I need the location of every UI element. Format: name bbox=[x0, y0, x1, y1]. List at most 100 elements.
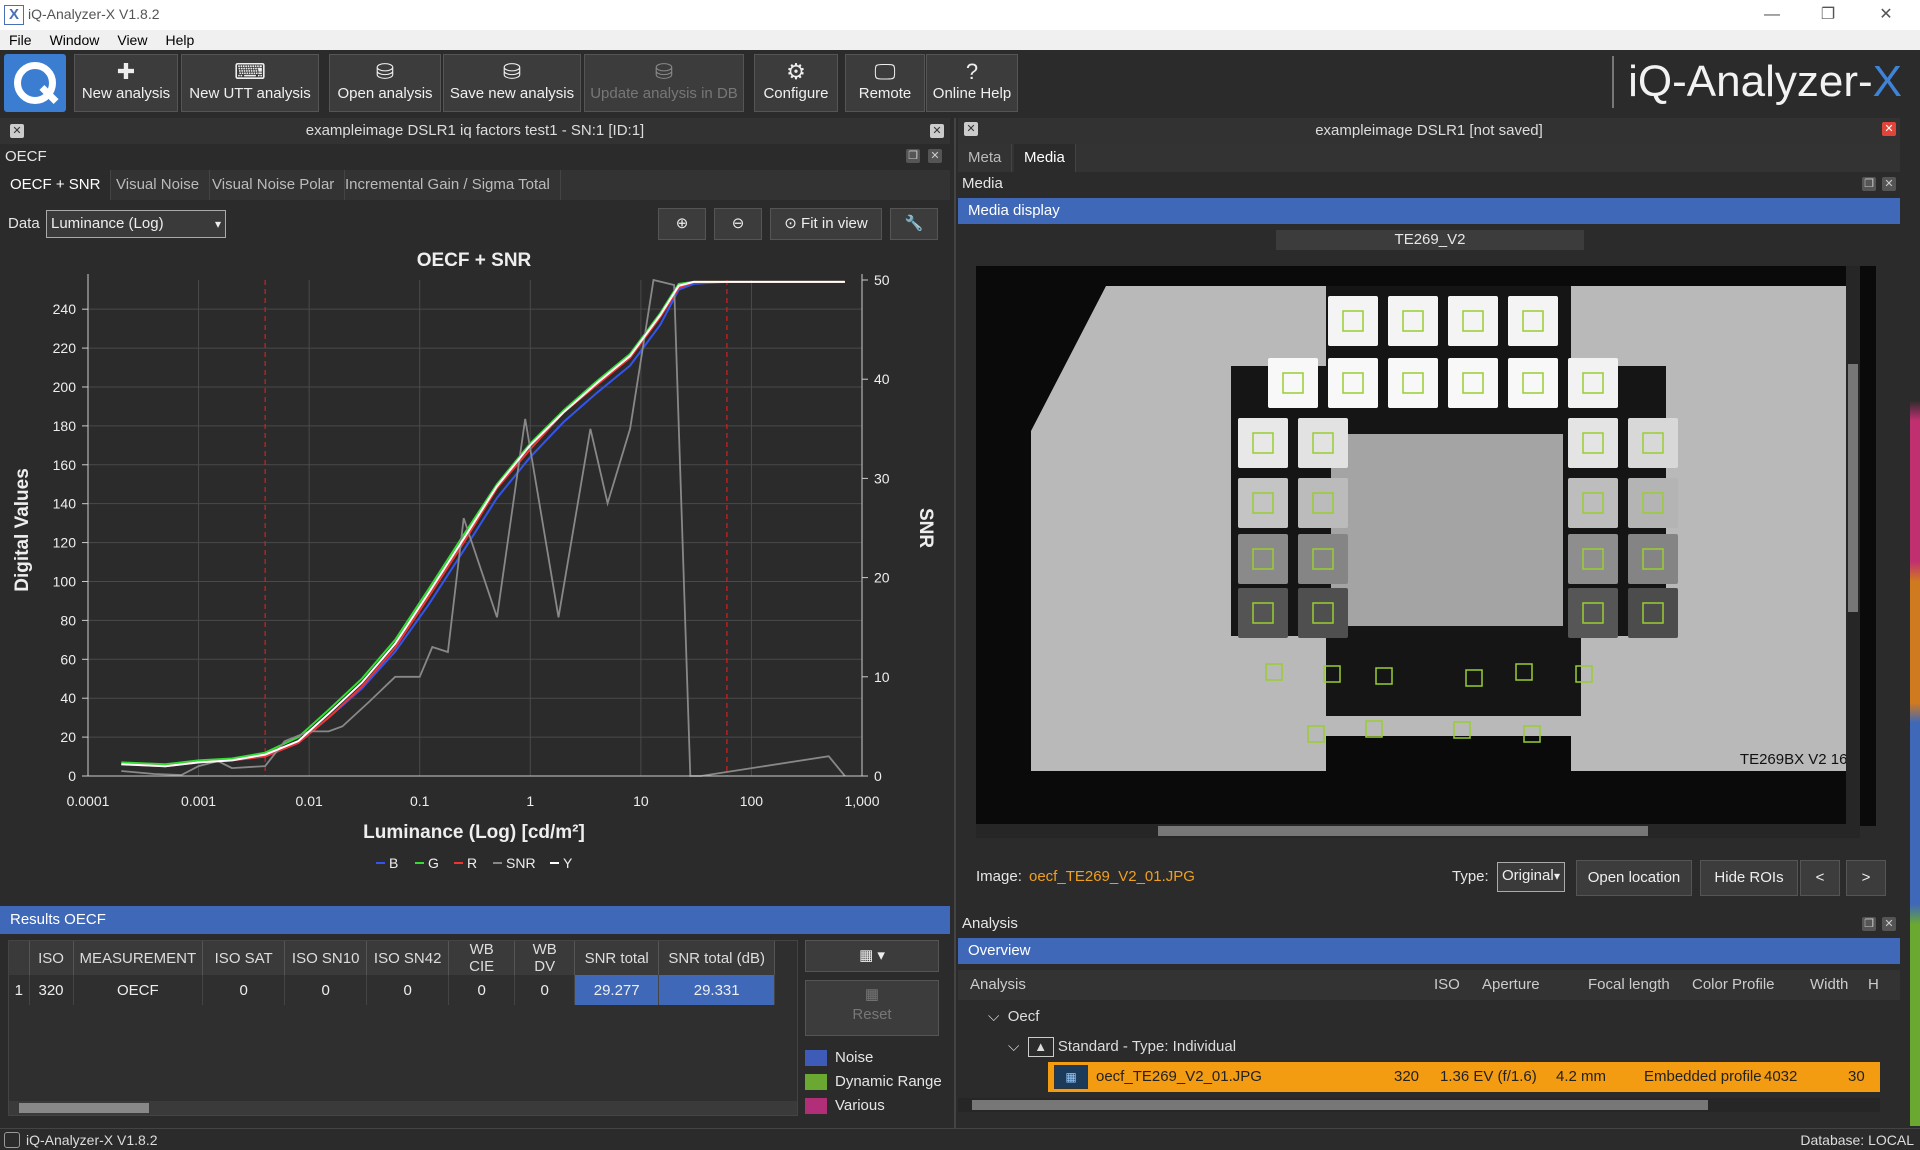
next-image-button[interactable]: > bbox=[1846, 860, 1886, 896]
col-snr-total-db[interactable]: SNR total (dB) bbox=[658, 941, 776, 975]
image-vscroll[interactable] bbox=[1846, 266, 1860, 826]
media-close-icon[interactable]: ✕ bbox=[1882, 177, 1896, 191]
test-chart-image[interactable]: TE269BX V2 16:9 bbox=[976, 266, 1876, 826]
analysis-undock-icon[interactable]: ❐ bbox=[1862, 917, 1876, 931]
col-focal-length[interactable]: Focal length bbox=[1588, 976, 1670, 993]
tab-incremental-gain[interactable]: Incremental Gain / Sigma Total bbox=[335, 170, 561, 200]
remote-button[interactable]: 🖵 Remote bbox=[845, 54, 925, 112]
tab-oecf-snr[interactable]: OECF + SNR bbox=[0, 170, 112, 200]
close-section-icon[interactable]: ✕ bbox=[928, 149, 942, 163]
image-vscroll-thumb[interactable] bbox=[1848, 364, 1858, 612]
x-tick-label: 10 bbox=[633, 793, 649, 809]
y-tick-label: 220 bbox=[53, 340, 77, 356]
new-utt-analysis-button[interactable]: ⌨ New UTT analysis bbox=[181, 54, 319, 112]
media-undock-icon[interactable]: ❐ bbox=[1862, 177, 1876, 191]
monitor-icon: 🖵 bbox=[874, 59, 896, 84]
cell-measurement: OECF bbox=[73, 975, 204, 1005]
chart-patch bbox=[1628, 418, 1678, 468]
chart-series bbox=[121, 278, 846, 777]
col-wb-dv[interactable]: WB DV bbox=[514, 941, 576, 975]
save-new-analysis-button[interactable]: ⛁ Save new analysis bbox=[443, 54, 581, 112]
col-color-profile[interactable]: Color Profile bbox=[1692, 976, 1775, 993]
tab-visual-noise[interactable]: Visual Noise bbox=[106, 170, 211, 200]
various-swatch bbox=[805, 1098, 827, 1115]
col-snr-total[interactable]: SNR total bbox=[574, 941, 660, 975]
tree-item-oecf[interactable]: ⌵ Oecf bbox=[988, 1002, 1039, 1032]
close-window-button[interactable]: ✕ bbox=[1866, 2, 1906, 28]
analysis-hscroll-thumb[interactable] bbox=[972, 1100, 1708, 1110]
legend-dynamic-range: Dynamic Range bbox=[805, 1070, 942, 1094]
x-tick-label: 0.01 bbox=[296, 793, 323, 809]
image-label: Image: bbox=[976, 868, 1022, 885]
left-doc-header: ✕ exampleimage DSLR1 iq factors test1 - … bbox=[0, 118, 950, 144]
maximize-button[interactable]: ❐ bbox=[1808, 2, 1848, 28]
y-tick-label: 180 bbox=[53, 418, 77, 434]
col-iso[interactable]: ISO bbox=[29, 941, 74, 975]
y-axis-label: Digital Values bbox=[12, 468, 33, 592]
app-logo-button[interactable] bbox=[4, 54, 66, 112]
fit-in-view-button[interactable]: ⊙ Fit in view bbox=[770, 208, 882, 240]
online-help-button[interactable]: ? Online Help bbox=[926, 54, 1018, 112]
data-select[interactable]: Luminance (Log) bbox=[46, 210, 226, 238]
menu-help[interactable]: Help bbox=[156, 30, 203, 50]
overview-header: Overview bbox=[958, 938, 1900, 964]
right-doc-header: ✕ exampleimage DSLR1 [not saved] ✕ bbox=[958, 118, 1900, 144]
col-h[interactable]: H bbox=[1868, 976, 1879, 993]
chart-patch bbox=[1628, 588, 1678, 638]
cell-snr-total-db: 29.331 bbox=[658, 975, 776, 1005]
menu-view[interactable]: View bbox=[108, 30, 156, 50]
reset-button[interactable]: ▦ Reset bbox=[805, 980, 939, 1036]
analysis-close-icon[interactable]: ✕ bbox=[1882, 917, 1896, 931]
noise-swatch bbox=[805, 1050, 827, 1067]
new-analysis-button[interactable]: ✚ New analysis bbox=[74, 54, 178, 112]
panel-splitter[interactable] bbox=[954, 118, 956, 1128]
image-hscroll[interactable] bbox=[976, 824, 1860, 838]
close-left-doc-right-icon[interactable]: ✕ bbox=[930, 124, 944, 138]
analysis-hscroll[interactable] bbox=[958, 1098, 1880, 1112]
update-analysis-button[interactable]: ⛁ Update analysis in DB bbox=[584, 54, 744, 112]
settings-wrench-button[interactable]: 🔧 bbox=[890, 208, 938, 240]
brand-x: X bbox=[1872, 57, 1902, 106]
new-analysis-label: New analysis bbox=[81, 85, 171, 102]
cell-iso-sn42: 0 bbox=[366, 975, 450, 1005]
table-options-button[interactable]: ▦ ▾ bbox=[805, 940, 939, 972]
col-iso-sn10[interactable]: ISO SN10 bbox=[284, 941, 368, 975]
tab-visual-noise-polar[interactable]: Visual Noise Polar bbox=[202, 170, 346, 200]
col-wb-cie[interactable]: WB CIE bbox=[448, 941, 516, 975]
analysis-row-selected[interactable]: ▦ oecf_TE269_V2_01.JPG 320 1.36 EV (f/1.… bbox=[1048, 1062, 1880, 1092]
image-hscroll-thumb[interactable] bbox=[1158, 826, 1648, 836]
status-right: Database: LOCAL bbox=[1800, 1132, 1914, 1148]
col-aperture[interactable]: Aperture bbox=[1482, 976, 1540, 993]
col-iso-sat[interactable]: ISO SAT bbox=[202, 941, 286, 975]
open-analysis-button[interactable]: ⛁ Open analysis bbox=[329, 54, 441, 112]
y2-axis-label: SNR bbox=[915, 508, 936, 548]
x-axis-label: Luminance (Log) [cd/m²] bbox=[363, 822, 585, 843]
results-scrollbar[interactable] bbox=[9, 1101, 797, 1115]
col-measurement[interactable]: MEASUREMENT bbox=[73, 941, 204, 975]
tab-meta[interactable]: Meta bbox=[958, 144, 1013, 172]
type-select[interactable]: Original bbox=[1497, 862, 1565, 892]
legend-dynamic-range-label: Dynamic Range bbox=[835, 1073, 942, 1090]
close-right-doc-red-icon[interactable]: ✕ bbox=[1882, 122, 1896, 136]
zoom-out-button[interactable]: ⊖ bbox=[714, 208, 762, 240]
minimize-button[interactable]: — bbox=[1752, 2, 1792, 28]
hide-rois-button[interactable]: Hide ROIs bbox=[1700, 860, 1798, 896]
menu-window[interactable]: Window bbox=[41, 30, 109, 50]
zoom-in-button[interactable]: ⊕ bbox=[658, 208, 706, 240]
image-tab[interactable]: TE269_V2 bbox=[1276, 230, 1584, 250]
menu-file[interactable]: File bbox=[0, 30, 41, 50]
results-scroll-thumb[interactable] bbox=[19, 1103, 149, 1113]
cell-wb-cie: 0 bbox=[448, 975, 516, 1005]
configure-button[interactable]: ⚙ Configure bbox=[754, 54, 838, 112]
col-width[interactable]: Width bbox=[1810, 976, 1848, 993]
prev-image-button[interactable]: < bbox=[1800, 860, 1840, 896]
col-iso-sn42[interactable]: ISO SN42 bbox=[366, 941, 450, 975]
undock-icon[interactable]: ❐ bbox=[906, 149, 920, 163]
open-location-button[interactable]: Open location bbox=[1576, 860, 1692, 896]
y-tick-label: 100 bbox=[53, 573, 77, 589]
col-analysis-iso[interactable]: ISO bbox=[1434, 976, 1460, 993]
tree-item-standard[interactable]: ⌵ ▲ Standard - Type: Individual bbox=[1008, 1032, 1236, 1062]
col-analysis[interactable]: Analysis bbox=[970, 976, 1026, 993]
tab-media[interactable]: Media bbox=[1014, 144, 1076, 172]
table-row[interactable]: 1 320 OECF 0 0 0 0 0 29.277 29.331 bbox=[9, 975, 776, 1005]
